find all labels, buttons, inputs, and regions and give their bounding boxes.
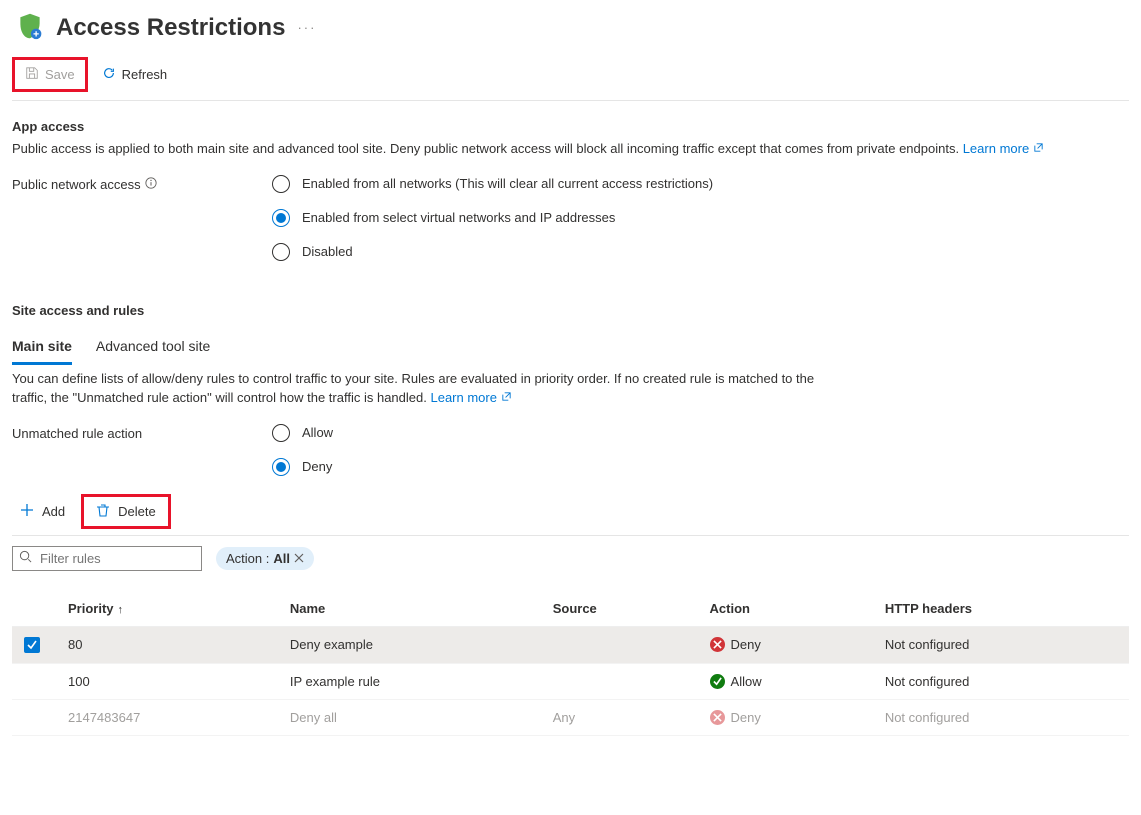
external-link-icon [1033, 140, 1044, 159]
app-access-learn-more[interactable]: Learn more [963, 141, 1044, 156]
col-source[interactable]: Source [541, 591, 698, 627]
col-priority[interactable]: Priority↑ [56, 591, 278, 627]
radio-icon [272, 209, 290, 227]
radio-enabled-all[interactable]: Enabled from all networks (This will cle… [272, 175, 713, 193]
cell-priority: 2147483647 [56, 699, 278, 735]
radio-enabled-select[interactable]: Enabled from select virtual networks and… [272, 209, 713, 227]
filter-pill-action[interactable]: Action : All [216, 547, 314, 570]
cell-action: Deny [698, 699, 873, 735]
site-access-description: You can define lists of allow/deny rules… [12, 370, 832, 408]
col-name[interactable]: Name [278, 591, 541, 627]
cell-http: Not configured [873, 699, 1129, 735]
cell-priority: 100 [56, 663, 278, 699]
radio-label: Deny [302, 459, 332, 474]
x-circle-icon [710, 710, 725, 725]
radio-unmatched-deny[interactable]: Deny [272, 458, 333, 476]
cell-name: Deny all [278, 699, 541, 735]
cell-action: Allow [698, 663, 873, 699]
learn-more-label: Learn more [430, 390, 496, 405]
refresh-button[interactable]: Refresh [94, 62, 176, 87]
cell-source [541, 626, 698, 663]
check-circle-icon [710, 674, 725, 689]
col-http[interactable]: HTTP headers [873, 591, 1129, 627]
x-circle-icon [710, 637, 725, 652]
site-tabs: Main site Advanced tool site [12, 332, 1129, 364]
table-row[interactable]: 2147483647Deny allAnyDenyNot configured [12, 699, 1129, 735]
site-access-desc-text: You can define lists of allow/deny rules… [12, 371, 814, 405]
col-action[interactable]: Action [698, 591, 873, 627]
tab-main-site[interactable]: Main site [12, 332, 72, 365]
search-icon [19, 550, 32, 566]
app-access-description: Public access is applied to both main si… [12, 140, 1129, 159]
filter-rules-input[interactable] [38, 550, 195, 567]
radio-icon [272, 243, 290, 261]
page-title: Access Restrictions [56, 14, 285, 42]
info-icon[interactable] [145, 177, 157, 192]
app-access-heading: App access [12, 119, 1129, 134]
cell-action: Deny [698, 626, 873, 663]
unmatched-rule-field: Unmatched rule action Allow Deny [12, 424, 1129, 476]
refresh-icon [102, 66, 116, 83]
cell-http: Not configured [873, 663, 1129, 699]
add-rule-button[interactable]: Add [12, 499, 73, 524]
radio-icon [272, 424, 290, 442]
radio-unmatched-allow[interactable]: Allow [272, 424, 333, 442]
site-access-heading: Site access and rules [12, 303, 1129, 318]
row-checkbox[interactable] [24, 637, 40, 653]
pna-options: Enabled from all networks (This will cle… [272, 175, 713, 261]
external-link-icon [501, 389, 512, 408]
pill-value: All [273, 551, 290, 566]
filter-input-wrapper[interactable] [12, 546, 202, 571]
close-icon[interactable] [294, 551, 304, 566]
radio-label: Enabled from all networks (This will cle… [302, 176, 713, 191]
unmatched-rule-label: Unmatched rule action [12, 424, 272, 441]
pna-label-text: Public network access [12, 177, 141, 192]
toolbar: Save Refresh [12, 53, 1129, 101]
public-network-access-field: Public network access Enabled from all n… [12, 175, 1129, 261]
save-icon [25, 66, 39, 83]
sort-up-icon: ↑ [118, 604, 124, 616]
save-button[interactable]: Save [17, 62, 83, 87]
radio-disabled[interactable]: Disabled [272, 243, 713, 261]
table-row[interactable]: 100IP example rule AllowNot configured [12, 663, 1129, 699]
plus-icon [20, 503, 34, 520]
app-access-desc-text: Public access is applied to both main si… [12, 141, 959, 156]
cell-priority: 80 [56, 626, 278, 663]
add-label: Add [42, 504, 65, 519]
radio-icon [272, 175, 290, 193]
pill-label: Action : [226, 551, 269, 566]
filter-row: Action : All [12, 546, 1129, 571]
cell-name: IP example rule [278, 663, 541, 699]
cell-name: Deny example [278, 626, 541, 663]
save-label: Save [45, 67, 75, 82]
radio-label: Disabled [302, 244, 353, 259]
page-header: Access Restrictions ··· [12, 8, 1129, 53]
delete-rule-button[interactable]: Delete [88, 499, 164, 524]
save-highlight: Save [12, 57, 88, 92]
table-row[interactable]: 80Deny example DenyNot configured [12, 626, 1129, 663]
more-icon[interactable]: ··· [297, 20, 316, 35]
delete-highlight: Delete [81, 494, 171, 529]
delete-label: Delete [118, 504, 156, 519]
site-access-learn-more[interactable]: Learn more [430, 390, 511, 405]
radio-label: Allow [302, 425, 333, 440]
cell-source [541, 663, 698, 699]
radio-icon [272, 458, 290, 476]
trash-icon [96, 503, 110, 520]
rules-toolbar: Add Delete [12, 494, 1129, 536]
shield-icon [16, 12, 44, 43]
unmatched-options: Allow Deny [272, 424, 333, 476]
tab-advanced-tool[interactable]: Advanced tool site [96, 332, 210, 364]
refresh-label: Refresh [122, 67, 168, 82]
cell-http: Not configured [873, 626, 1129, 663]
radio-label: Enabled from select virtual networks and… [302, 210, 615, 225]
rules-table: Priority↑ Name Source Action HTTP header… [12, 591, 1129, 736]
cell-source: Any [541, 699, 698, 735]
learn-more-label: Learn more [963, 141, 1029, 156]
public-network-access-label: Public network access [12, 175, 272, 192]
